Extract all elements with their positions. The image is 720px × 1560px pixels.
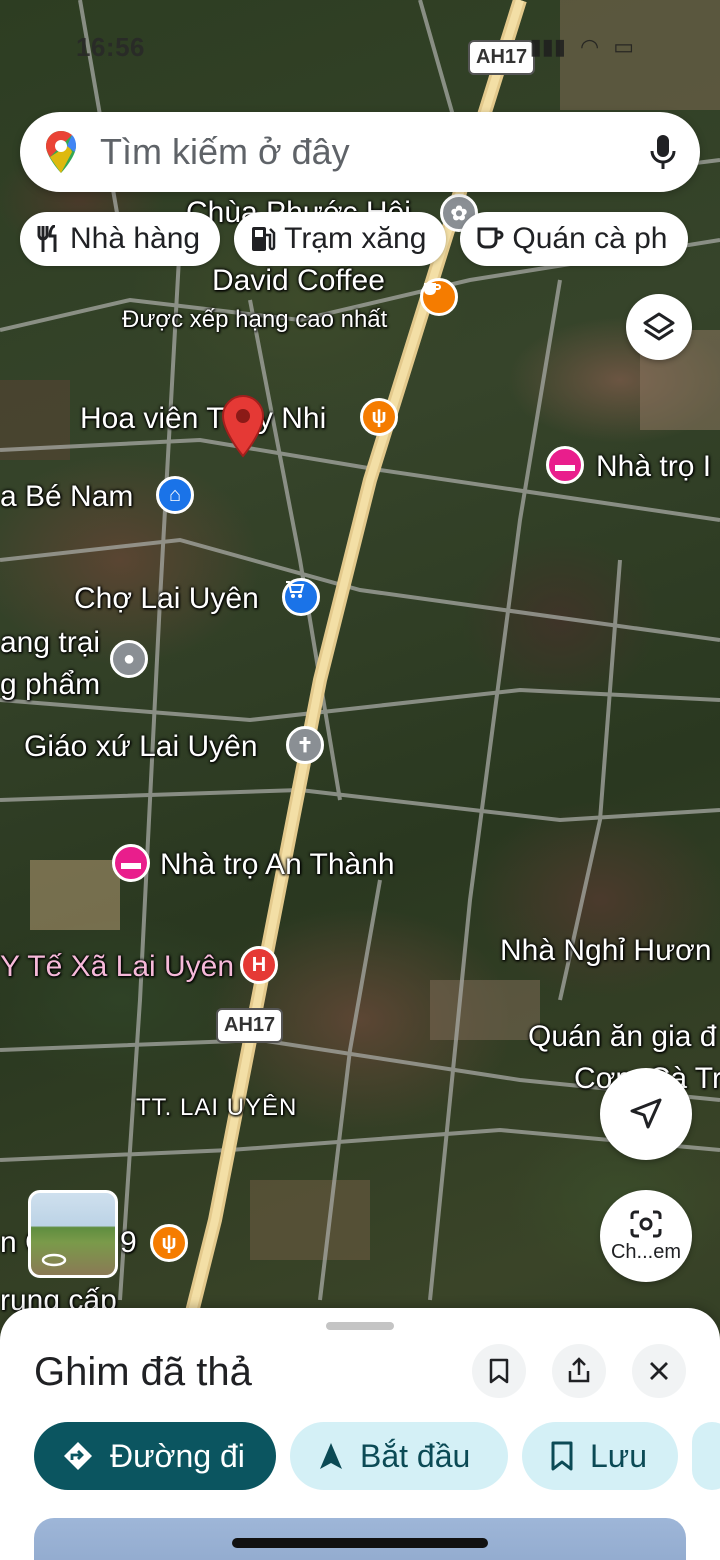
category-chips: Nhà hàng Trạm xăng Quán cà ph	[20, 212, 688, 266]
map-label-giao-xu[interactable]: Giáo xứ Lai Uyên	[24, 730, 258, 764]
map-label-hoa-vien[interactable]: Hoa viên Thụy Nhi	[80, 402, 326, 436]
signal-icon: ▮▮▮	[529, 34, 566, 59]
map-label-y-te-xa[interactable]: Y Tế Xã Lai Uyên	[0, 950, 234, 984]
church-poi-icon[interactable]: ✝	[286, 726, 324, 764]
close-icon	[650, 1362, 668, 1380]
google-maps-logo-icon	[46, 131, 76, 173]
map-label-trang-trai-1[interactable]: ang trại	[0, 626, 100, 660]
map-label-nha-tro-1[interactable]: Nhà trọ I	[596, 450, 711, 484]
hospital-poi-icon[interactable]: H	[240, 946, 278, 984]
map-label-trang-trai-2[interactable]: g phẩm	[0, 668, 100, 702]
rotate-360-icon	[41, 1253, 67, 1267]
directions-button[interactable]: Đường đi	[34, 1422, 276, 1490]
status-icons: ▮▮▮ ◠ ▭	[530, 34, 634, 60]
chip-gas-stations[interactable]: Trạm xăng	[234, 212, 447, 266]
dropped-pin-icon[interactable]	[220, 394, 266, 460]
directions-icon	[62, 1440, 94, 1472]
lodging-poi-icon-2[interactable]: ▬	[112, 844, 150, 882]
search-placeholder[interactable]: Tìm kiếm ở đây	[100, 131, 650, 173]
layers-icon	[643, 312, 675, 341]
coffee-poi-icon[interactable]	[420, 278, 458, 316]
share-icon	[568, 1357, 590, 1383]
save-label: Lưu	[590, 1437, 648, 1474]
road-shield-ah17: AH17	[216, 1008, 284, 1043]
chip-restaurants[interactable]: Nhà hàng	[20, 212, 221, 266]
wifi-icon: ◠	[580, 34, 600, 59]
shopping-poi-icon[interactable]: ⌂	[156, 476, 194, 514]
camera-lens-icon	[630, 1210, 662, 1237]
map-label-david-subtitle: Được xếp hạng cao nhất	[122, 306, 388, 333]
status-time: 16:56	[76, 32, 145, 62]
home-indicator[interactable]	[232, 1538, 488, 1548]
start-button[interactable]: Bắt đầu	[290, 1422, 508, 1490]
lens-button-label: Ch...em	[610, 1240, 682, 1263]
chip-coffee[interactable]: Quán cà ph	[460, 212, 688, 266]
restaurant-poi-icon-2[interactable]: ψ	[150, 1224, 188, 1262]
map-label-ba-be-nam[interactable]: a Bé Nam	[0, 480, 133, 514]
chip-coffee-label: Quán cà ph	[512, 222, 668, 255]
coffee-icon	[476, 226, 504, 252]
chip-restaurants-label: Nhà hàng	[70, 222, 201, 255]
bookmark-outline-icon	[550, 1441, 574, 1471]
directions-label: Đường đi	[110, 1437, 245, 1474]
street-view-thumbnail[interactable]	[28, 1190, 118, 1278]
chip-gas-stations-label: Trạm xăng	[284, 222, 427, 255]
gas-station-icon	[250, 225, 276, 253]
map-label-bottom-nine[interactable]: 9	[120, 1226, 137, 1260]
map-label-an-thanh[interactable]: Nhà trọ An Thành	[160, 848, 395, 882]
start-label: Bắt đầu	[360, 1437, 471, 1474]
save-icon-button[interactable]	[472, 1344, 526, 1398]
battery-icon: ▭	[613, 34, 634, 59]
utensils-icon	[36, 225, 62, 253]
microphone-icon[interactable]	[650, 133, 676, 171]
sheet-drag-handle[interactable]	[326, 1322, 394, 1330]
cart-poi-icon[interactable]	[282, 578, 320, 616]
map-label-quan-an-1[interactable]: Quán ăn gia đ	[528, 1020, 716, 1054]
navigation-arrow-icon	[318, 1441, 344, 1471]
lens-button[interactable]: Ch...em	[600, 1190, 692, 1282]
save-button[interactable]: Lưu	[522, 1422, 678, 1490]
share-button[interactable]	[552, 1344, 606, 1398]
map-label-town: TT. LAI UYÊN	[136, 1094, 298, 1121]
restaurant-poi-icon[interactable]: ψ	[360, 398, 398, 436]
map-label-david-coffee[interactable]: David Coffee	[212, 264, 385, 298]
close-button[interactable]	[632, 1344, 686, 1398]
my-location-button[interactable]	[600, 1068, 692, 1160]
bookmark-icon	[489, 1358, 509, 1384]
place-poi-icon[interactable]: ●	[110, 640, 148, 678]
location-arrow-icon	[630, 1098, 662, 1129]
lodging-poi-icon[interactable]: ▬	[546, 446, 584, 484]
more-action-button[interactable]	[692, 1422, 720, 1490]
road-shield-ah17-top: AH17	[468, 40, 536, 75]
place-bottom-sheet[interactable]: Ghim đã thả Đường đi Bắt đầu Lưu	[0, 1308, 720, 1560]
layers-button[interactable]	[626, 294, 692, 360]
sheet-title: Ghim đã thả	[34, 1350, 252, 1394]
map-label-nha-nghi[interactable]: Nhà Nghỉ Hươn	[500, 934, 712, 968]
map-label-cho[interactable]: Chợ Lai Uyên	[74, 582, 259, 616]
search-bar[interactable]: Tìm kiếm ở đây	[20, 112, 700, 192]
